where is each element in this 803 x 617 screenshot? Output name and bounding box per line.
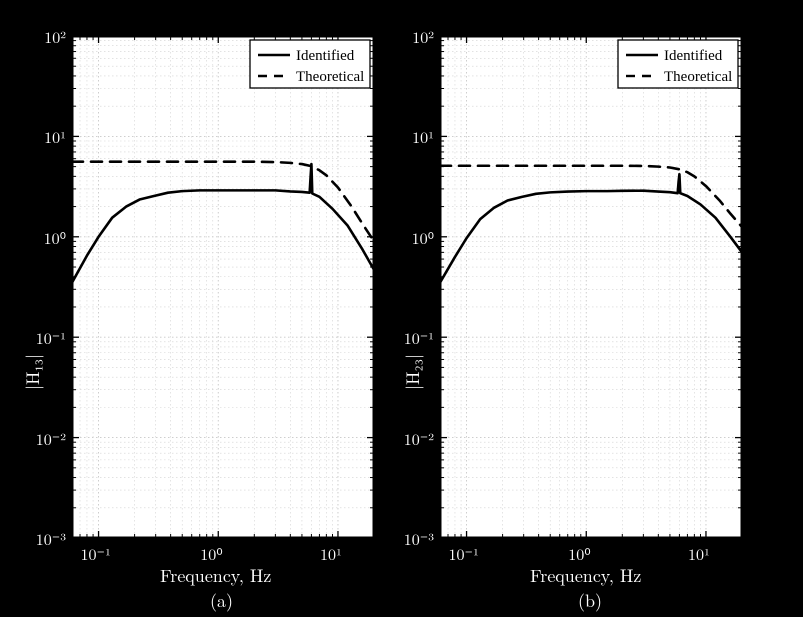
ylabel-right: |H₂₃| [400, 354, 425, 390]
subplot-left: Identified Theoretical [72, 36, 374, 538]
subplot-right: Identified Theoretical [440, 36, 742, 538]
subplot-label-b: (b) [578, 588, 602, 613]
svg-text:Identified: Identified [664, 48, 723, 64]
svg-text:Theoretical: Theoretical [664, 69, 732, 85]
ytick-label: 10⁻¹ [404, 326, 434, 349]
ytick-label: 10⁻³ [36, 527, 66, 550]
xtick-label: 10¹ [320, 542, 342, 565]
ytick-label: 10⁻² [404, 427, 434, 450]
svg-text:Theoretical: Theoretical [296, 69, 364, 85]
ylabel-left: |H₁₃| [20, 354, 45, 390]
ytick-label: 10⁻³ [404, 527, 434, 550]
subplot-label-b-text: (b) [578, 588, 602, 613]
xtick-label: 10⁻¹ [449, 542, 479, 565]
ytick-label: 10⁻¹ [36, 326, 66, 349]
ytick-label: 10⁻² [36, 427, 66, 450]
ytick-label: 10¹ [44, 125, 66, 148]
ylabel-right-text: |H₂₃| [400, 354, 425, 390]
svg-text:Identified: Identified [296, 48, 355, 64]
xtick-label: 10¹ [688, 542, 710, 565]
xtick-label: 10⁻¹ [81, 542, 111, 565]
subplot-label-a-text: (a) [210, 588, 233, 613]
ytick-label: 10¹ [412, 125, 434, 148]
xtick-label: 10⁰ [568, 542, 590, 565]
figure-canvas: Identified Theoretical 10⁻³ 10⁻² 10⁻¹ 10⁰ 10¹… [0, 0, 803, 617]
ytick-label: 10² [44, 25, 66, 48]
xlabel-left: Frequency, Hz [160, 563, 271, 588]
xlabel-left-text: Frequency, Hz [160, 563, 271, 588]
xtick-label: 10⁰ [200, 542, 222, 565]
ytick-label: 10⁰ [44, 226, 66, 249]
xlabel-right: Frequency, Hz [530, 563, 641, 588]
subplot-label-a: (a) [210, 588, 233, 613]
ylabel-left-text: |H₁₃| [20, 354, 45, 390]
ytick-label: 10⁰ [412, 226, 434, 249]
ytick-label: 10² [412, 25, 434, 48]
xlabel-right-text: Frequency, Hz [530, 563, 641, 588]
